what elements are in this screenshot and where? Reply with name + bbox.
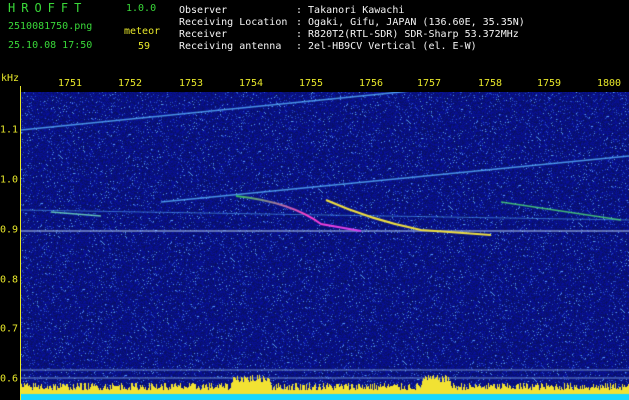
freq-tick: 0.9 — [0, 224, 19, 236]
time-tick: 1753 — [178, 78, 204, 89]
app-version: 1.0.0 — [126, 3, 157, 14]
antenna-label: Receiving antenna — [179, 41, 282, 52]
app-logo: HROFFT — [8, 1, 88, 15]
time-tick: 1759 — [536, 78, 562, 89]
antenna-value: : 2el-HB9CV Vertical (el. E-W) — [296, 41, 477, 52]
time-tick: 1755 — [298, 78, 324, 89]
freq-tick: 0.7 — [0, 323, 19, 335]
meteor-count-value: 59 — [138, 41, 151, 52]
image-filename: 2510081750.png — [8, 21, 93, 32]
spectrogram-canvas[interactable] — [21, 92, 629, 400]
time-axis: 1751 1752 1753 1754 1755 1756 1757 1758 … — [0, 78, 629, 92]
meteor-count-label: meteor — [124, 26, 161, 37]
time-tick: 1757 — [416, 78, 442, 89]
time-tick: 1751 — [57, 78, 83, 89]
freq-tick: 0.8 — [0, 274, 19, 286]
observer-value: : Takanori Kawachi — [296, 5, 405, 16]
frequency-unit-label: kHz — [1, 73, 20, 84]
observer-label: Observer — [179, 5, 228, 16]
freq-tick: 1.0 — [0, 174, 19, 186]
time-tick: 1758 — [477, 78, 503, 89]
time-tick: 1754 — [238, 78, 264, 89]
freq-tick: 1.1 — [0, 124, 19, 136]
time-tick: 1800 — [596, 78, 622, 89]
receiver-label: Receiver — [179, 29, 228, 40]
location-label: Receiving Location — [179, 17, 288, 28]
time-tick: 1752 — [117, 78, 143, 89]
freq-tick: 0.6 — [0, 373, 19, 385]
receiver-value: : R820T2(RTL-SDR) SDR-Sharp 53.372MHz — [296, 29, 519, 40]
location-value: : Ogaki, Gifu, JAPAN (136.60E, 35.35N) — [296, 17, 525, 28]
capture-datetime: 25.10.08 17:50 — [8, 40, 93, 51]
time-tick: 1756 — [358, 78, 384, 89]
